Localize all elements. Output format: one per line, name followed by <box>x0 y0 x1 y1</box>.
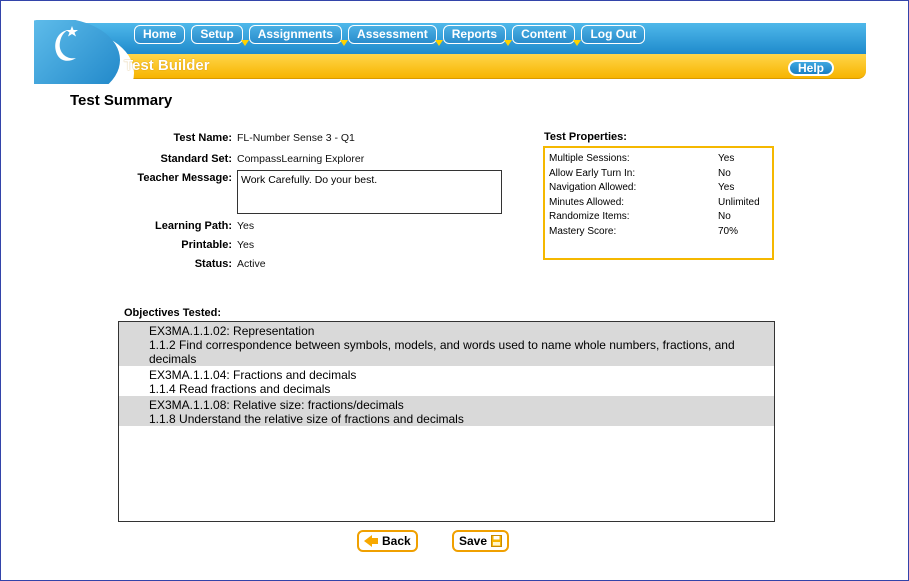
dropdown-caret-icon <box>573 40 582 46</box>
property-label: Mastery Score: <box>549 225 617 237</box>
objective-code: EX3MA.1.1.02: Representation <box>149 324 315 338</box>
property-value: Yes <box>718 153 735 164</box>
moon-star-logo-icon <box>48 24 82 64</box>
objective-description: 1.1.8 Understand the relative size of fr… <box>149 412 464 426</box>
nav-content[interactable]: Content <box>512 25 582 46</box>
save-button[interactable]: Save <box>452 530 510 552</box>
status-value: Active <box>237 258 266 270</box>
floppy-disk-icon <box>491 535 503 547</box>
property-row: Minutes Allowed: Unlimited <box>549 196 768 211</box>
back-button-label: Back <box>382 534 411 548</box>
list-item: EX3MA.1.1.04: Fractions and decimals 1.1… <box>119 366 774 396</box>
page-title: Test Builder <box>124 57 210 74</box>
nav-home[interactable]: Home <box>134 25 186 44</box>
list-item: EX3MA.1.1.02: Representation 1.1.2 Find … <box>119 322 774 366</box>
teacher-message-box: Work Carefully. Do your best. <box>237 170 502 214</box>
nav-assignments-label: Assignments <box>257 27 334 41</box>
back-arrow-icon <box>364 535 378 547</box>
property-label: Randomize Items: <box>549 211 630 223</box>
property-value: Unlimited <box>718 196 760 208</box>
property-value: No <box>718 167 731 179</box>
property-row: Randomize Items: No <box>549 210 768 225</box>
objective-description: 1.1.4 Read fractions and decimals <box>149 382 331 396</box>
main-nav: Home Setup Assignments Assessment Report… <box>134 25 651 46</box>
list-item: EX3MA.1.1.08: Relative size: fractions/d… <box>119 396 774 426</box>
objective-code: EX3MA.1.1.04: Fractions and decimals <box>149 368 357 382</box>
standard-set-label: Standard Set: <box>160 153 232 165</box>
property-row: Navigation Allowed: Yes <box>549 181 768 196</box>
nav-assessment-label: Assessment <box>357 27 428 41</box>
learning-path-label: Learning Path: <box>154 220 232 232</box>
dropdown-caret-icon <box>434 40 443 46</box>
section-heading: Test Summary <box>70 92 173 109</box>
property-label: Allow Early Turn In: <box>549 167 636 179</box>
learning-path-value: Yes <box>237 220 255 232</box>
printable-value: Yes <box>237 239 255 251</box>
property-value: Yes <box>718 182 735 194</box>
property-label: Navigation Allowed: <box>549 182 637 194</box>
nav-logout[interactable]: Log Out <box>581 25 646 44</box>
property-row: Multiple Sessions: Yes <box>549 152 768 167</box>
objective-description: 1.1.2 Find correspondence between symbol… <box>149 338 735 366</box>
back-button[interactable]: Back <box>357 530 418 552</box>
property-value: 70% <box>718 225 739 237</box>
nav-content-label: Content <box>521 27 567 41</box>
nav-reports-label: Reports <box>451 27 498 41</box>
dropdown-caret-icon <box>240 40 249 46</box>
header: Home Setup Assignments Assessment Report… <box>34 20 866 84</box>
help-button[interactable]: Help <box>787 60 834 76</box>
nav-setup[interactable]: Setup <box>191 25 249 46</box>
property-label: Multiple Sessions: <box>549 153 630 164</box>
objective-code: EX3MA.1.1.08: Relative size: fractions/d… <box>149 398 404 412</box>
property-row: Allow Early Turn In: No <box>549 167 768 182</box>
test-name-label: Test Name: <box>173 132 232 144</box>
printable-label: Printable: <box>181 239 232 251</box>
dropdown-caret-icon <box>340 40 349 46</box>
app-frame: Home Setup Assignments Assessment Report… <box>0 0 909 581</box>
test-properties-box: Multiple Sessions: Yes Allow Early Turn … <box>543 146 774 260</box>
nav-setup-label: Setup <box>200 27 234 41</box>
teacher-message-label: Teacher Message: <box>137 172 232 184</box>
test-properties-title: Test Properties: <box>544 131 627 143</box>
nav-assignments[interactable]: Assignments <box>248 25 349 46</box>
property-label: Minutes Allowed: <box>549 196 625 208</box>
save-button-label: Save <box>459 534 488 548</box>
dropdown-caret-icon <box>504 40 513 46</box>
objectives-title: Objectives Tested: <box>124 307 221 319</box>
nav-reports[interactable]: Reports <box>442 25 513 46</box>
test-name-value: FL-Number Sense 3 - Q1 <box>237 132 355 144</box>
objectives-list[interactable]: EX3MA.1.1.02: Representation 1.1.2 Find … <box>118 321 775 522</box>
property-row: Mastery Score: 70% <box>549 225 768 240</box>
property-value: No <box>718 211 731 223</box>
status-label: Status: <box>194 258 232 270</box>
standard-set-value: CompassLearning Explorer <box>237 153 365 165</box>
nav-assessment[interactable]: Assessment <box>348 25 443 46</box>
